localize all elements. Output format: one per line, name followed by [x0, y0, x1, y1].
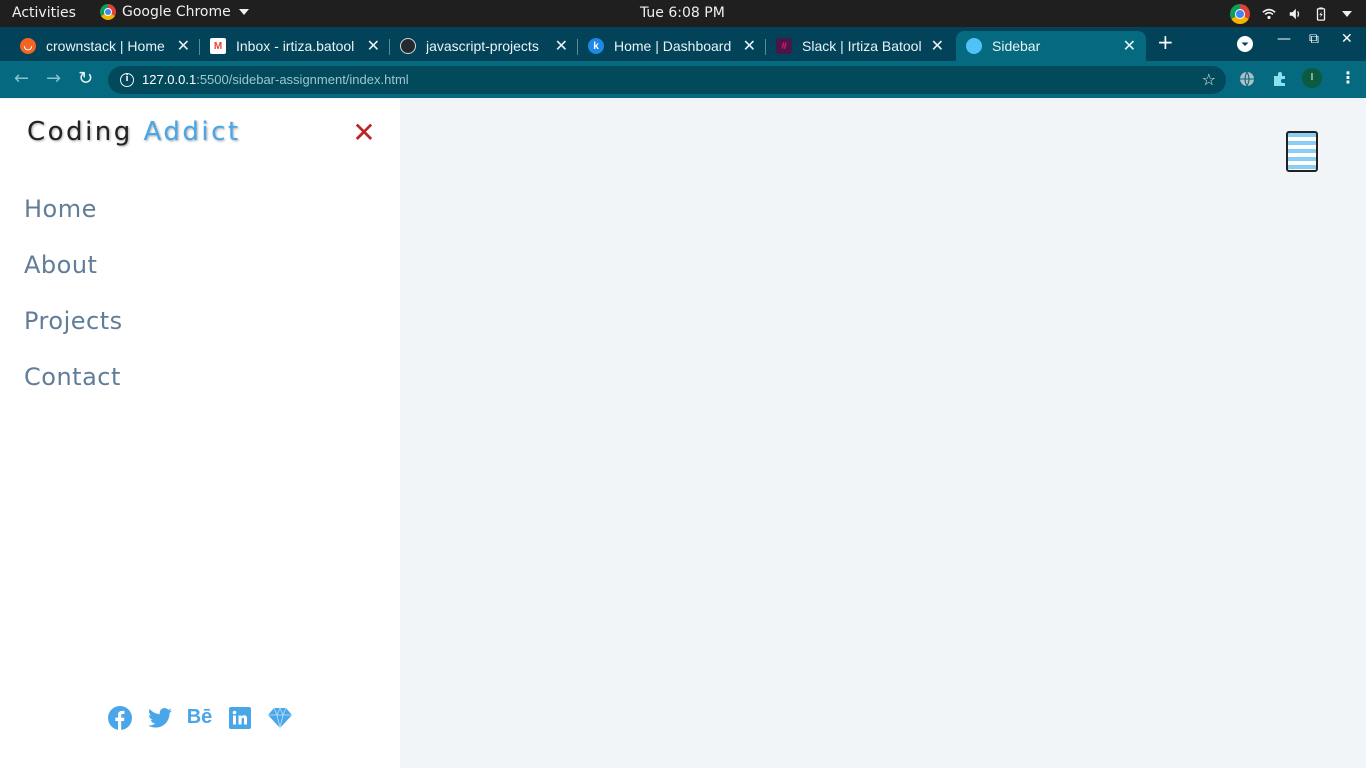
forward-arrow-icon[interactable]: → [46, 68, 61, 89]
sketch-icon[interactable] [267, 705, 292, 730]
gmail-favicon-icon: M [210, 38, 226, 54]
sidebar-toggle-button[interactable] [1286, 131, 1318, 172]
app-menu[interactable]: Google Chrome [100, 4, 249, 20]
wifi-icon [1262, 8, 1276, 20]
tab-search-icon[interactable] [1237, 36, 1253, 52]
close-tab-icon[interactable]: ✕ [177, 36, 190, 56]
back-arrow-icon[interactable]: ← [14, 68, 29, 89]
url-text[interactable]: 127.0.0.1:5500/sidebar-assignment/index.… [142, 72, 409, 87]
new-tab-button[interactable]: + [1157, 30, 1174, 54]
tab-crownstack[interactable]: ◡ crownstack | Home ✕ [10, 31, 200, 61]
tab-sidebar[interactable]: Sidebar ✕ [956, 31, 1146, 61]
system-tray[interactable] [1230, 4, 1352, 24]
sidebar: Coding Addict ✕ Home About Projects Cont… [0, 99, 400, 768]
site-logo[interactable]: Coding Addict [27, 117, 241, 147]
activities-button[interactable]: Activities [12, 5, 76, 21]
tab-gmail[interactable]: M Inbox - irtiza.batool ✕ [200, 31, 390, 61]
address-bar[interactable]: i 127.0.0.1:5500/sidebar-assignment/inde… [108, 66, 1226, 94]
navigation-toolbar: ← → ↻ i 127.0.0.1:5500/sidebar-assignmen… [0, 61, 1366, 98]
reload-icon[interactable]: ↻ [78, 68, 93, 89]
puzzle-extensions-icon[interactable] [1272, 71, 1288, 87]
globe-favicon-icon [966, 38, 982, 54]
logo-primary: Coding [27, 117, 133, 147]
twitter-icon[interactable] [147, 705, 172, 730]
url-host: 127.0.0.1 [142, 72, 197, 87]
close-tab-icon[interactable]: ✕ [1123, 36, 1136, 56]
social-icons: Bē [107, 705, 292, 730]
more-menu-icon[interactable]: ⋮ [1340, 68, 1356, 87]
facebook-icon[interactable] [107, 705, 132, 730]
system-top-bar: Activities Google Chrome Tue 6:08 PM [0, 0, 1366, 27]
tab-title: Sidebar [992, 38, 1041, 54]
chevron-down-icon [238, 9, 249, 15]
crownstack-favicon-icon: ◡ [20, 38, 36, 54]
app-name: Google Chrome [122, 4, 231, 20]
url-path: :5500/sidebar-assignment/index.html [196, 72, 409, 87]
system-clock[interactable]: Tue 6:08 PM [640, 5, 725, 21]
slack-favicon-icon: # [776, 38, 792, 54]
nav-link-contact[interactable]: Contact [0, 343, 400, 411]
tab-slack[interactable]: # Slack | Irtiza Batool ✕ [766, 31, 954, 61]
close-tab-icon[interactable]: ✕ [367, 36, 380, 56]
tab-title: crownstack | Home [46, 38, 165, 54]
tab-github[interactable]: javascript-projects ✕ [390, 31, 578, 61]
sidebar-links: Home About Projects Contact [0, 187, 400, 411]
tab-title: Home | Dashboard [614, 38, 732, 54]
tab-title: Slack | Irtiza Batool [802, 38, 922, 54]
close-window-button[interactable]: ✕ [1341, 31, 1353, 47]
minimize-button[interactable]: — [1277, 31, 1291, 47]
tab-title: Inbox - irtiza.batool [236, 38, 355, 54]
info-icon[interactable]: i [120, 73, 134, 87]
system-menu-chevron-icon [1342, 11, 1352, 17]
web-page: Coding Addict ✕ Home About Projects Cont… [0, 99, 1366, 768]
bookmark-star-icon[interactable]: ☆ [1202, 70, 1216, 89]
battery-icon [1316, 7, 1326, 21]
logo-accent: Addict [143, 117, 241, 147]
linkedin-icon[interactable] [227, 705, 252, 730]
close-tab-icon[interactable]: ✕ [743, 36, 756, 56]
chrome-icon [100, 4, 116, 20]
profile-avatar[interactable]: I [1302, 68, 1322, 88]
translate-extension-icon[interactable] [1239, 71, 1255, 87]
list-item: Contact [0, 343, 400, 411]
dashboard-favicon-icon: k [588, 38, 604, 54]
github-favicon-icon [400, 38, 416, 54]
tab-title: javascript-projects [426, 38, 539, 54]
close-tab-icon[interactable]: ✕ [931, 36, 944, 56]
chrome-tray-icon[interactable] [1230, 4, 1250, 24]
behance-icon[interactable]: Bē [187, 705, 213, 730]
restore-button[interactable]: ⧉ [1309, 31, 1319, 47]
volume-icon [1289, 8, 1300, 20]
close-tab-icon[interactable]: ✕ [555, 36, 568, 56]
close-sidebar-icon[interactable]: ✕ [351, 119, 377, 147]
tab-dashboard[interactable]: k Home | Dashboard ✕ [578, 31, 766, 61]
